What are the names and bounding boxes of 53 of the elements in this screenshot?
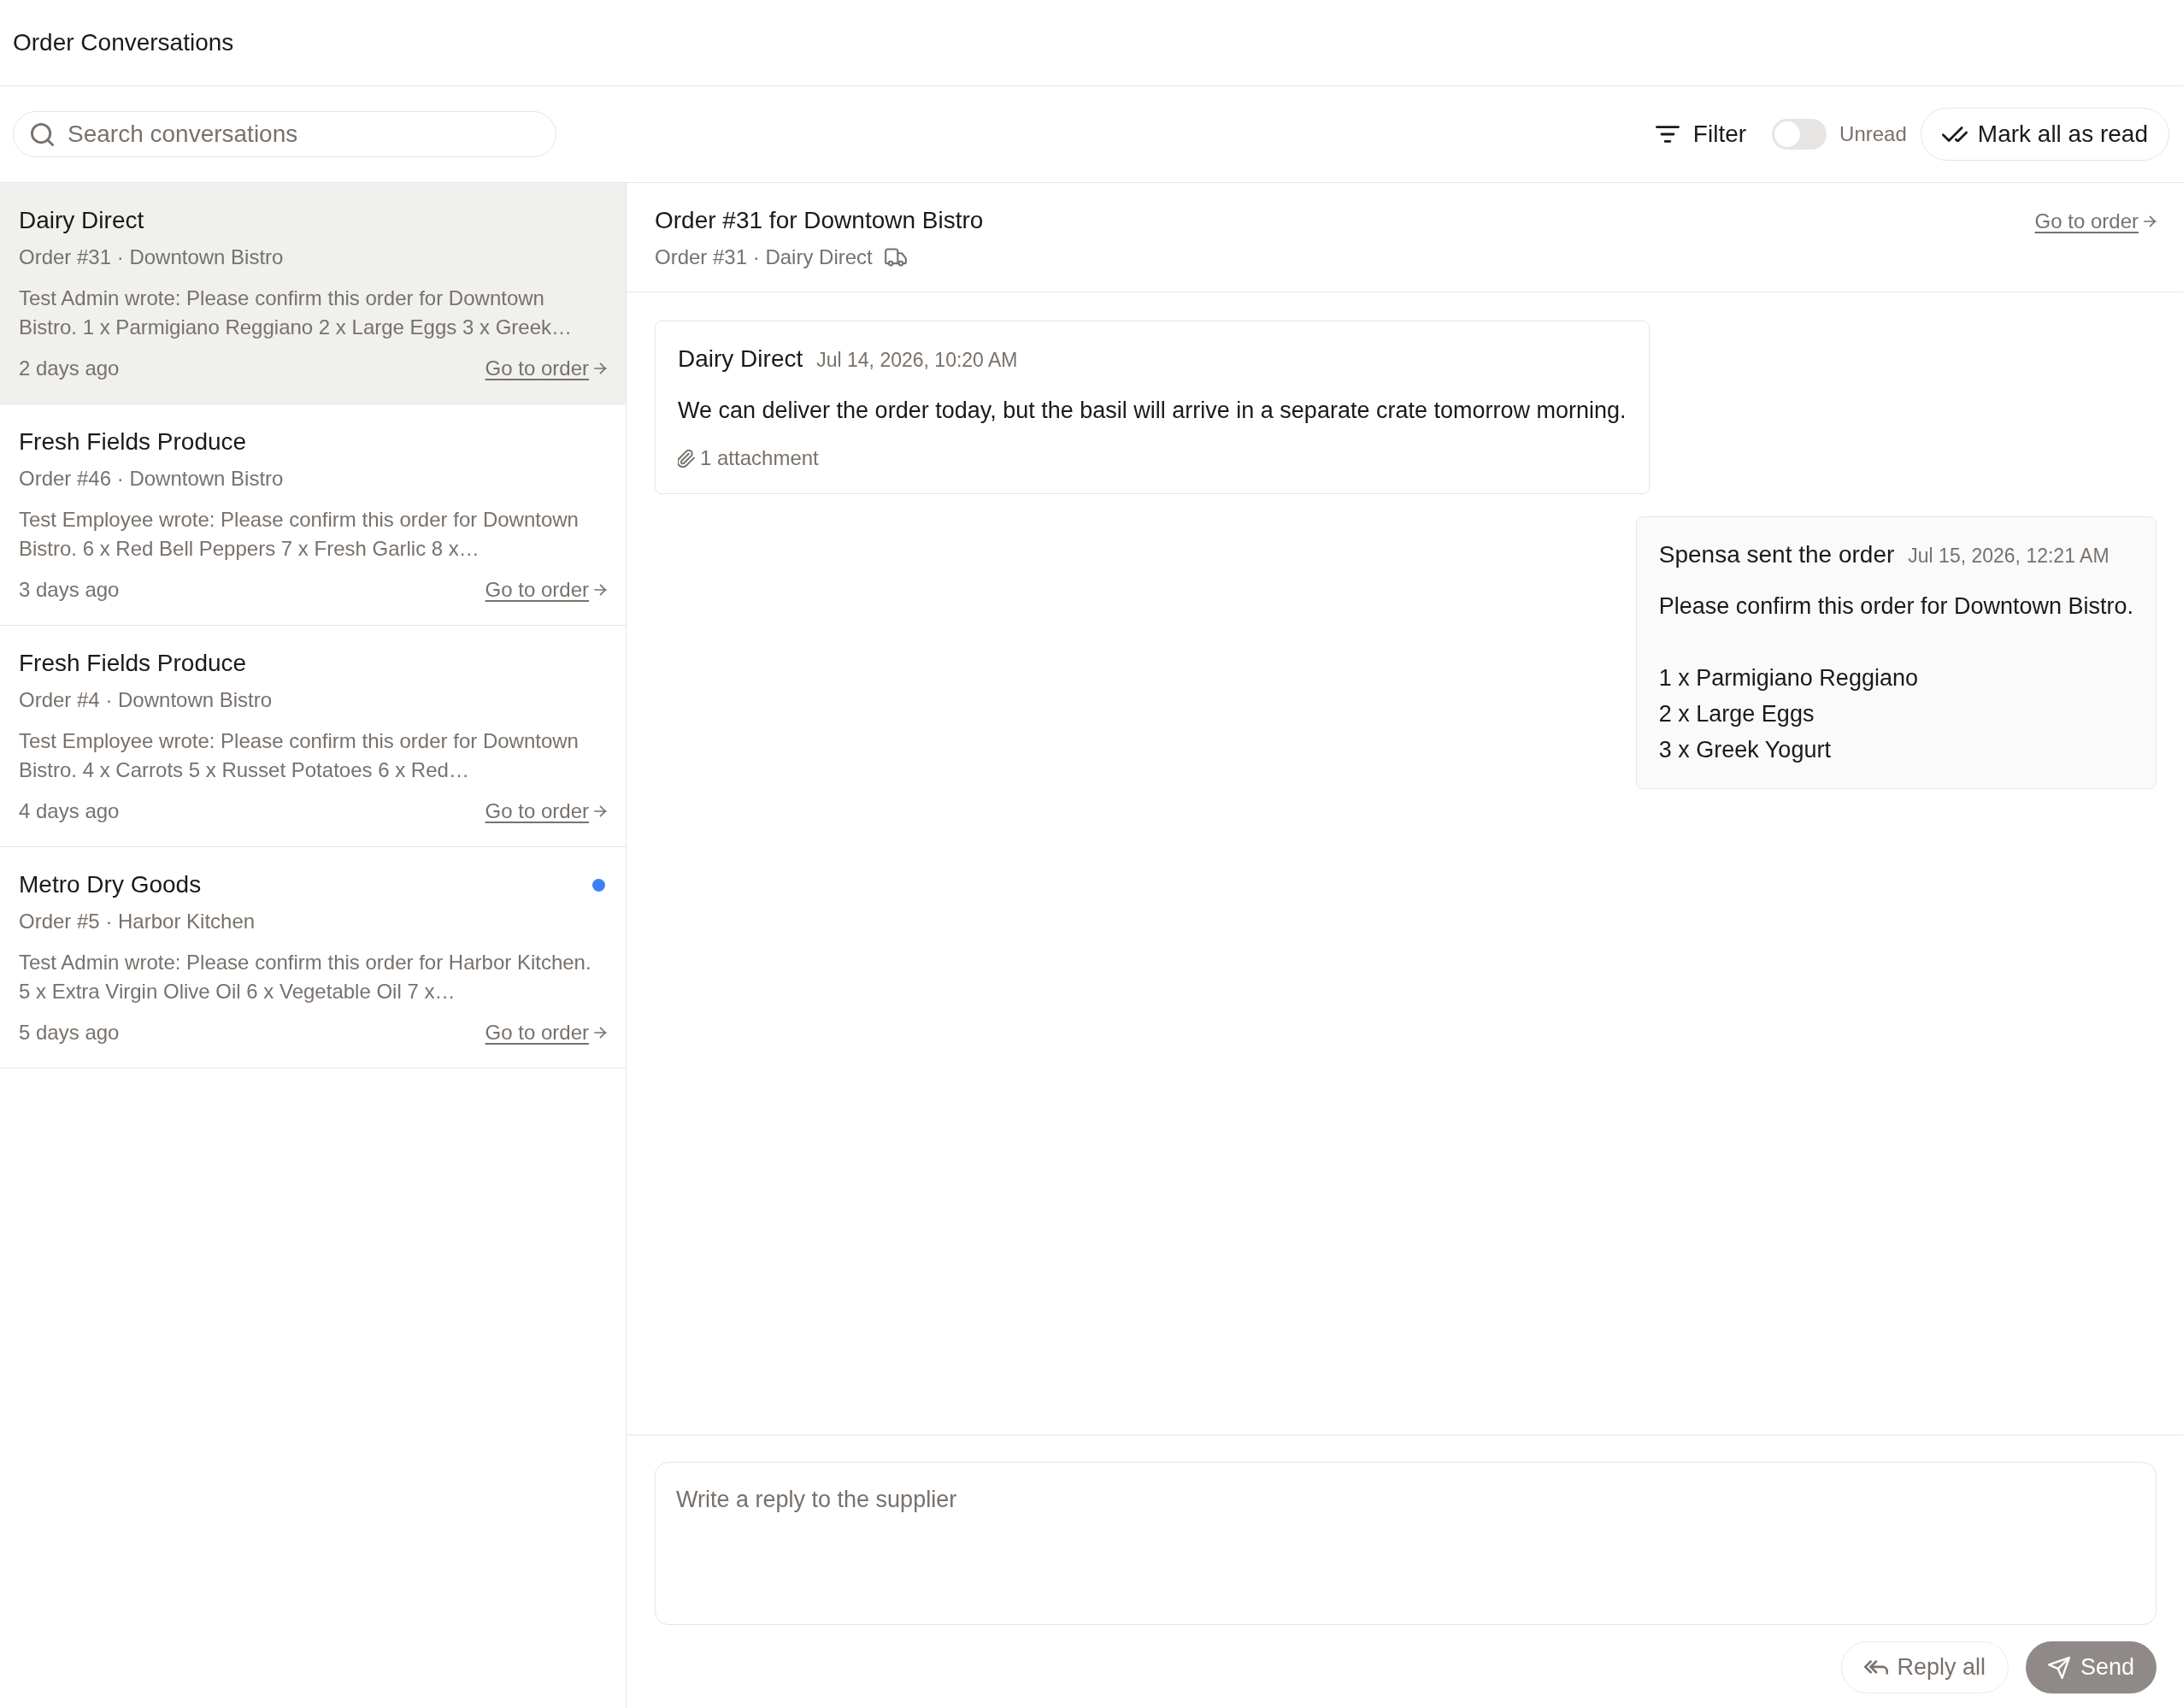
arrow-right-icon bbox=[594, 362, 607, 374]
thread-title: Order #31 for Downtown Bistro bbox=[655, 206, 984, 235]
message-sender: Dairy Direct bbox=[678, 345, 803, 374]
filter-button[interactable]: Filter bbox=[1651, 115, 1751, 153]
go-to-order-link[interactable]: Go to order bbox=[485, 797, 607, 826]
unread-toggle[interactable] bbox=[1772, 119, 1827, 150]
order-info: Order #31 · Downtown Bistro bbox=[19, 244, 285, 270]
send-icon bbox=[2047, 1656, 2070, 1679]
time-ago: 4 days ago bbox=[19, 798, 120, 824]
double-check-icon bbox=[1941, 127, 1968, 142]
order-info: Order #5 · Harbor Kitchen bbox=[19, 909, 256, 934]
order-info: Order #46 · Downtown Bistro bbox=[19, 466, 285, 492]
reply-field[interactable]: Write a reply to the supplier bbox=[655, 1462, 2157, 1625]
message-time: Jul 15, 2026, 12:21 AM bbox=[1908, 544, 2109, 568]
go-to-order-link[interactable]: Go to order bbox=[485, 354, 607, 383]
go-to-order-link[interactable]: Go to order bbox=[485, 1018, 607, 1047]
go-to-order-link[interactable]: Go to order bbox=[485, 575, 607, 604]
truck-icon bbox=[884, 248, 907, 267]
search-input[interactable]: Search conversations bbox=[68, 117, 538, 151]
message-text: Please confirm this order for Downtown Bistro. bbox=[1658, 592, 2133, 621]
message-time: Jul 14, 2026, 10:20 AM bbox=[816, 348, 1018, 373]
conversation-item[interactable]: Dairy Direct Order #31 · Downtown Bistro Test Admin wrote: Please confirm this order for Downtown Bistro. 1 x Parmigiano Reggiano 2 x Large Eggs 3 x Greek… 2 days ago Go to order bbox=[0, 183, 626, 404]
reply-all-icon bbox=[1864, 1660, 1889, 1675]
toggle-label: Unread bbox=[1839, 122, 1907, 146]
arrow-right-icon bbox=[594, 1027, 607, 1039]
go-to-order-link[interactable]: Go to order bbox=[2034, 207, 2157, 236]
arrow-right-icon bbox=[594, 584, 607, 596]
arrow-right-icon bbox=[2144, 215, 2157, 227]
supplier-name: Metro Dry Goods bbox=[19, 870, 202, 899]
thread-order-info: Order #31 · Dairy Direct bbox=[655, 244, 873, 270]
message-preview: Test Admin wrote: Please confirm this order for Downtown Bistro. 1 x Parmigiano Reggiano 2 x Large Eggs 3 x Greek… bbox=[19, 286, 573, 340]
time-ago: 5 days ago bbox=[19, 1020, 120, 1045]
page-title: Order Conversations bbox=[13, 28, 234, 57]
supplier-name: Fresh Fields Produce bbox=[19, 649, 247, 678]
attachment-link[interactable]: 1 attachment bbox=[678, 444, 819, 473]
time-ago: 2 days ago bbox=[19, 356, 120, 381]
order-line: 2 x Large Eggs bbox=[1658, 700, 1815, 728]
message-preview: Test Admin wrote: Please confirm this order for Harbor Kitchen. 5 x Extra Virgin Olive Oil 6 x Vegetable Oil 7 x… bbox=[19, 950, 592, 1004]
filter-icon bbox=[1655, 126, 1680, 143]
order-line: 3 x Greek Yogurt bbox=[1658, 736, 1832, 764]
message-preview: Test Employee wrote: Please confirm this order for Downtown Bistro. 4 x Carrots 5 x Russet Potatoes 6 x Red… bbox=[19, 728, 580, 783]
arrow-right-icon bbox=[594, 805, 607, 817]
supplier-name: Fresh Fields Produce bbox=[19, 427, 247, 456]
search-icon bbox=[31, 122, 54, 146]
time-ago: 3 days ago bbox=[19, 577, 120, 603]
message-sender: Spensa sent the order bbox=[1658, 540, 1895, 569]
order-info: Order #4 · Downtown Bistro bbox=[19, 687, 274, 713]
supplier-name: Dairy Direct bbox=[19, 206, 144, 235]
paperclip-icon bbox=[678, 449, 695, 468]
message-preview: Test Employee wrote: Please confirm this order for Downtown Bistro. 6 x Red Bell Peppers 7 x Fresh Garlic 8 x… bbox=[19, 507, 580, 562]
message-text: We can deliver the order today, but the basil will arrive in a separate crate tomorrow morning. bbox=[678, 397, 1627, 425]
mark-all-read-button[interactable]: Mark all as read bbox=[1920, 108, 2169, 161]
order-line: 1 x Parmigiano Reggiano bbox=[1658, 664, 1919, 692]
